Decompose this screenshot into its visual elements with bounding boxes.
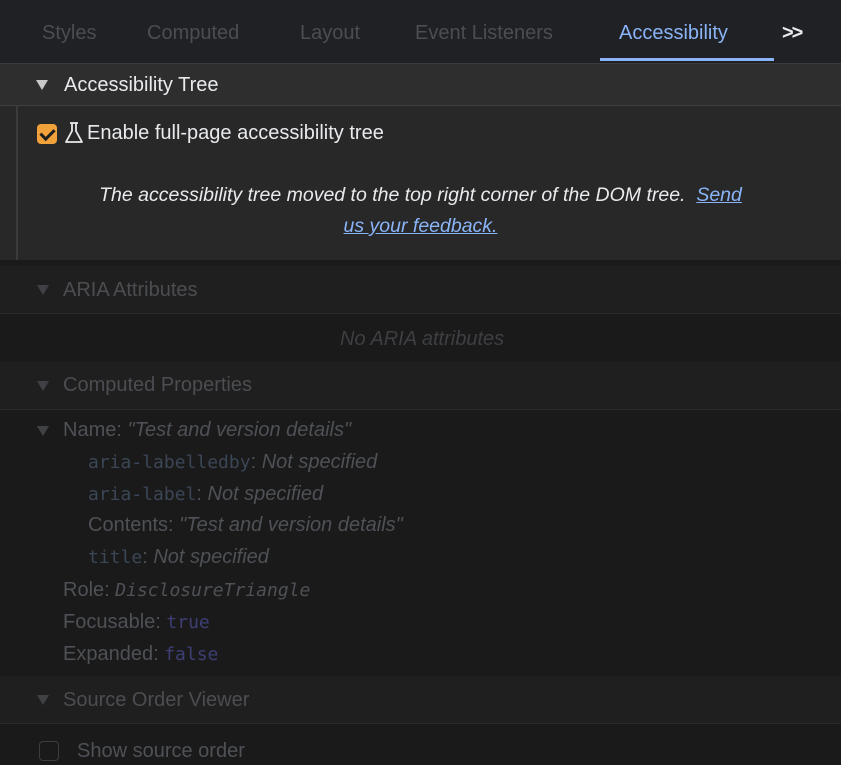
tab-layout[interactable]: Layout <box>300 0 360 63</box>
aria-attributes-header[interactable]: ARIA Attributes <box>0 266 841 314</box>
expand-triangle-icon <box>37 285 49 295</box>
expand-triangle-icon <box>36 80 48 90</box>
feedback-link-continued[interactable]: us your feedback. <box>344 215 498 237</box>
tab-styles[interactable]: Styles <box>42 0 96 63</box>
show-source-order-checkbox[interactable] <box>39 741 59 761</box>
source-order-viewer-header[interactable]: Source Order Viewer <box>0 676 841 724</box>
accessibility-tree-title: Accessibility Tree <box>64 74 219 96</box>
name-expand-triangle-icon[interactable] <box>37 426 49 436</box>
moved-notice: The accessibility tree moved to the top … <box>18 180 823 242</box>
no-aria-attributes-message: No ARIA attributes <box>340 328 505 350</box>
contents-row: Contents: "Test and version details" <box>88 514 403 536</box>
name-property: Name: "Test and version details" <box>63 419 352 441</box>
tab-computed[interactable]: Computed <box>147 0 239 63</box>
enable-full-page-tree-checkbox[interactable] <box>37 124 57 144</box>
expand-triangle-icon <box>37 381 49 391</box>
role-row: Role: DisclosureTriangle <box>63 579 311 601</box>
experiment-flask-icon <box>65 122 83 143</box>
aria-attributes-title: ARIA Attributes <box>63 279 198 301</box>
more-tabs-icon[interactable]: >> <box>782 0 803 63</box>
feedback-link[interactable]: Send <box>696 184 742 206</box>
tab-bar: Styles Computed Layout Event Listeners A… <box>0 0 841 64</box>
tab-accessibility[interactable]: Accessibility <box>619 0 728 63</box>
accessibility-tree-header[interactable]: Accessibility Tree <box>0 64 841 106</box>
aria-label-row: aria-label: Not specified <box>88 483 324 505</box>
expanded-row: Expanded: false <box>63 643 219 665</box>
focusable-row: Focusable: true <box>63 611 210 633</box>
title-row: title: Not specified <box>88 546 269 568</box>
enable-full-page-tree-label[interactable]: Enable full-page accessibility tree <box>87 122 384 145</box>
expand-triangle-icon <box>37 695 49 705</box>
show-source-order-label[interactable]: Show source order <box>77 740 245 763</box>
active-tab-indicator <box>600 58 774 61</box>
computed-properties-title: Computed Properties <box>63 374 252 396</box>
aria-labelledby-row: aria-labelledby: Not specified <box>88 451 378 473</box>
computed-properties-header[interactable]: Computed Properties <box>0 362 841 410</box>
source-order-viewer-title: Source Order Viewer <box>63 689 250 711</box>
tab-event-listeners[interactable]: Event Listeners <box>415 0 553 63</box>
moved-notice-text: The accessibility tree moved to the top … <box>99 184 686 206</box>
